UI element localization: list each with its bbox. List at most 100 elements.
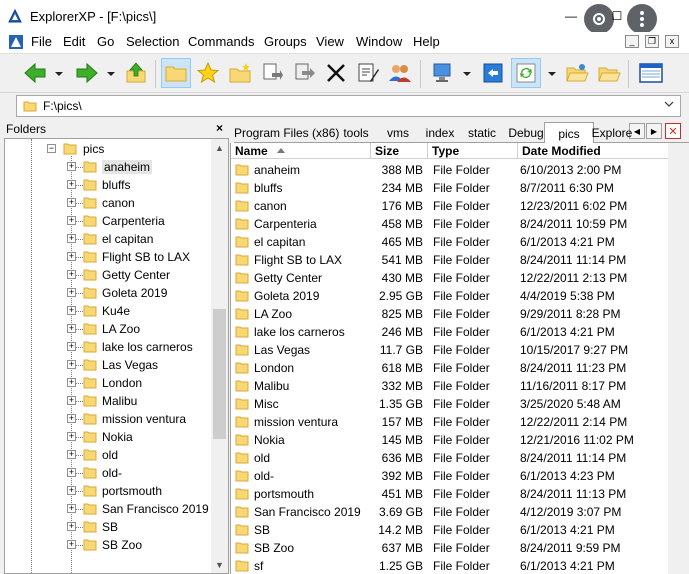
file-row[interactable]: Getty Center 430 MB File Folder 12/22/2011 … [231, 269, 668, 287]
expand-icon[interactable]: + [67, 270, 76, 279]
tree-item[interactable]: + anaheim [5, 158, 205, 176]
back-dropdown-icon[interactable] [55, 72, 63, 76]
scroll-up-icon[interactable]: ▲ [211, 139, 228, 156]
tree-item[interactable]: + San Francisco 2019 [5, 500, 209, 518]
tab-program-files-x86[interactable]: Program Files (x86) [234, 124, 339, 143]
folder-tree[interactable]: ▲ ▼ − pics + anaheim + bluffs + canon + Carpenter… [4, 138, 229, 574]
menu-go[interactable]: Go [97, 34, 114, 49]
file-row[interactable]: Goleta 2019 2.95 GB File Folder 4/4/2019 5:… [231, 287, 668, 305]
expand-icon[interactable]: + [67, 252, 76, 261]
file-row[interactable]: portsmouth 451 MB File Folder 8/24/2011 11:… [231, 485, 668, 503]
file-row[interactable]: Malibu 332 MB File Folder 11/16/2011 8:17 P… [231, 377, 668, 395]
file-row[interactable]: mission ventura 157 MB File Folder 12/22/20… [231, 413, 668, 431]
tab-explore[interactable]: Explore [586, 124, 638, 143]
overlay-more-icon[interactable] [627, 4, 657, 34]
file-row[interactable]: Misc 1.35 GB File Folder 3/25/2020 5:48 AM [231, 395, 668, 413]
file-row[interactable]: canon 176 MB File Folder 12/23/2011 6:02 PM [231, 197, 668, 215]
expand-icon[interactable]: + [67, 450, 76, 459]
file-row[interactable]: SB 14.2 MB File Folder 6/1/2013 4:21 PM [231, 521, 668, 539]
command-prompt-button[interactable] [478, 58, 508, 88]
tree-item[interactable]: + Malibu [5, 392, 205, 410]
tree-item[interactable]: + old- [5, 464, 205, 482]
expand-icon[interactable]: + [67, 522, 76, 531]
tree-item[interactable]: + SB [5, 518, 205, 536]
expand-icon[interactable]: + [67, 378, 76, 387]
tab-index[interactable]: index [418, 124, 462, 143]
column-name[interactable]: Name [231, 143, 371, 159]
tab-vms[interactable]: vms [376, 124, 420, 143]
expand-icon[interactable]: + [67, 504, 76, 513]
column-date-modified[interactable]: Date Modified [518, 143, 668, 159]
users-button[interactable] [385, 58, 415, 88]
collapse-icon[interactable]: − [47, 144, 56, 153]
menu-selection[interactable]: Selection [126, 34, 179, 49]
menu-help[interactable]: Help [413, 34, 440, 49]
file-row[interactable]: LA Zoo 825 MB File Folder 9/29/2011 8:28 PM [231, 305, 668, 323]
tree-item[interactable]: + canon [5, 194, 205, 212]
expand-icon[interactable]: + [67, 306, 76, 315]
tree-item[interactable]: + bluffs [5, 176, 205, 194]
folders-close-button[interactable]: × [216, 121, 223, 135]
menu-window[interactable]: Window [356, 34, 402, 49]
tree-item[interactable]: + el capitan [5, 230, 205, 248]
tab-debug[interactable]: Debug [502, 124, 550, 143]
tree-item[interactable]: + SB Zoo [5, 536, 205, 554]
file-row[interactable]: London 618 MB File Folder 8/24/2011 11:23 P… [231, 359, 668, 377]
computer-dropdown-icon[interactable] [463, 72, 471, 76]
move-to-button[interactable] [289, 58, 319, 88]
scroll-thumb[interactable] [213, 309, 226, 439]
document-window-icon[interactable] [8, 34, 24, 50]
menu-file[interactable]: File [31, 34, 52, 49]
computer-button[interactable] [428, 58, 458, 88]
expand-icon[interactable]: + [67, 360, 76, 369]
expand-icon[interactable]: + [67, 216, 76, 225]
scroll-down-icon[interactable]: ▼ [211, 556, 228, 573]
file-row[interactable]: bluffs 234 MB File Folder 8/7/2011 6:30 PM [231, 179, 668, 197]
mdi-restore-button[interactable]: ❐ [645, 35, 659, 48]
address-input[interactable]: F:\pics\ [16, 95, 681, 117]
file-list-scrollbar[interactable] [668, 143, 689, 574]
column-size[interactable]: Size [371, 143, 428, 159]
tree-item[interactable]: + Las Vegas [5, 356, 205, 374]
menu-edit[interactable]: Edit [63, 34, 85, 49]
mdi-close-button[interactable]: x [665, 35, 679, 48]
refresh-dropdown-icon[interactable] [548, 72, 556, 76]
column-type[interactable]: Type [428, 143, 518, 159]
expand-icon[interactable]: + [67, 468, 76, 477]
rename-button[interactable] [353, 58, 383, 88]
expand-icon[interactable]: + [67, 234, 76, 243]
expand-icon[interactable]: + [67, 198, 76, 207]
expand-icon[interactable]: + [67, 396, 76, 405]
file-row[interactable]: Las Vegas 11.7 GB File Folder 10/15/2017 9:… [231, 341, 668, 359]
delete-button[interactable] [321, 58, 351, 88]
tab-next-icon[interactable]: ▶ [646, 123, 662, 139]
folder-button[interactable] [594, 58, 624, 88]
tree-item[interactable]: + portsmouth [5, 482, 205, 500]
expand-icon[interactable]: + [67, 162, 76, 171]
favorites-button[interactable] [193, 58, 223, 88]
window-layout-button[interactable] [636, 58, 666, 88]
expand-icon[interactable]: + [67, 180, 76, 189]
tree-item[interactable]: + Carpenteria [5, 212, 205, 230]
file-row[interactable]: old 636 MB File Folder 8/24/2011 11:14 PM [231, 449, 668, 467]
tab-close-icon[interactable]: ✕ [665, 123, 681, 139]
expand-icon[interactable]: + [67, 288, 76, 297]
tree-item[interactable]: + Getty Center [5, 266, 205, 284]
file-row[interactable]: old- 392 MB File Folder 6/1/2013 4:23 PM [231, 467, 668, 485]
tab-static[interactable]: static [460, 124, 504, 143]
file-row[interactable]: sf 1.25 GB File Folder 6/1/2013 4:21 PM [231, 557, 668, 574]
file-list[interactable]: Name Size Type Date Modified anaheim 388 … [230, 143, 668, 574]
tree-item[interactable]: + lake los carneros [5, 338, 205, 356]
file-row[interactable]: Flight SB to LAX 541 MB File Folder 8/24/20… [231, 251, 668, 269]
expand-icon[interactable]: + [67, 432, 76, 441]
chevron-down-icon[interactable] [664, 100, 674, 108]
tree-item[interactable]: + Flight SB to LAX [5, 248, 205, 266]
up-button[interactable] [121, 58, 151, 88]
expand-icon[interactable]: + [67, 540, 76, 549]
file-row[interactable]: SB Zoo 637 MB File Folder 8/24/2011 9:59 PM [231, 539, 668, 557]
tree-item[interactable]: + old [5, 446, 205, 464]
tab-tools[interactable]: tools [334, 124, 378, 143]
tree-item[interactable]: + Ku4e [5, 302, 205, 320]
copy-to-button[interactable] [257, 58, 287, 88]
new-folder-button[interactable] [225, 58, 255, 88]
